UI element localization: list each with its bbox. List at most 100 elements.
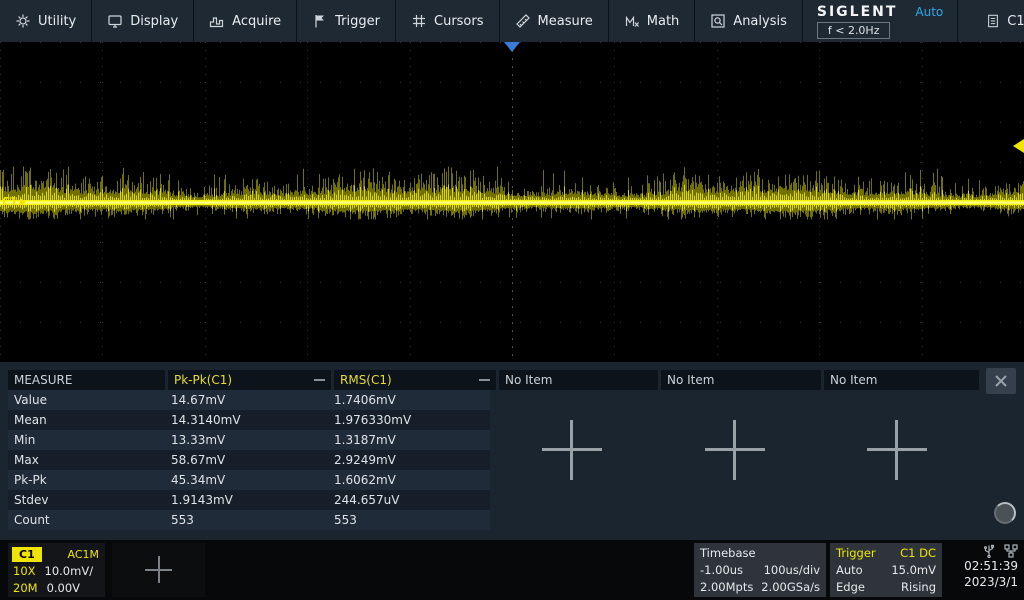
menu-item-label: Cursors [434,14,484,29]
timebase-delay: -1.00us [700,562,743,579]
close-icon [995,375,1007,387]
measure-table-header: MEASURE Pk-Pk(C1) RMS(C1) No Item No Ite… [8,370,979,390]
measure-panel: MEASURE Pk-Pk(C1) RMS(C1) No Item No Ite… [0,362,1024,540]
measure-value-cell: 1.6062mV [328,470,490,490]
measure-header-cell: MEASURE [8,370,165,390]
measure-table-rows: Value14.67mV1.7406mV Mean14.3140mV1.9763… [8,390,979,530]
trigger-flag-icon [312,13,328,29]
channel-badge[interactable]: C1 [970,0,1024,42]
menu-item-math[interactable]: Math [609,0,696,42]
panel-drag-handle-icon[interactable] [994,502,1016,524]
measure-row: Stdev1.9143mV244.657uV [8,490,490,510]
add-measurement-button[interactable] [705,420,765,480]
measure-row: Mean14.3140mV1.976330mV [8,410,490,430]
channel-name-chip[interactable]: C1 [12,547,42,562]
trigger-type: Edge [836,579,865,596]
brand-logo: SIGLENT [817,4,898,20]
remove-measure-icon[interactable] [314,379,325,381]
add-measurement-button[interactable] [867,420,927,480]
channel-offset-arrow-icon [20,198,26,206]
clock-date: 2023/3/1 [964,574,1018,590]
measure-value-cell: 14.67mV [165,390,328,410]
measure-value-cell: 45.34mV [165,470,328,490]
menu-item-cursors[interactable]: Cursors [396,0,500,42]
trigger-source-coupling: C1 DC [900,545,936,562]
analysis-icon [710,13,726,29]
measure-table: MEASURE Pk-Pk(C1) RMS(C1) No Item No Ite… [8,370,979,530]
measure-value-cell: 553 [328,510,490,530]
measure-header-noitem[interactable]: No Item [824,370,979,390]
trigger-level: 15.0mV [891,562,936,579]
measure-header-noitem[interactable]: No Item [661,370,821,390]
waveform-display[interactable]: C1 [0,42,1024,362]
measure-value-cell: 1.3187mV [328,430,490,450]
trigger-panel[interactable]: Trigger C1 DC Auto 15.0mV Edge Rising [830,543,942,597]
add-channel-button[interactable] [112,543,205,597]
menu-item-measure[interactable]: Measure [500,0,609,42]
trigger-slope: Rising [901,579,936,596]
menu-item-label: Analysis [733,14,787,29]
add-measurement-button[interactable] [542,420,602,480]
menu-item-analysis[interactable]: Analysis [695,0,803,42]
channel1-trace [0,42,1024,362]
menu-item-trigger[interactable]: Trigger [297,0,396,42]
cursors-icon [411,13,427,29]
measure-header-noitem[interactable]: No Item [499,370,658,390]
measure-value-cell: 244.657uV [328,490,490,510]
measure-stat-name: Count [8,510,165,530]
measure-value-cell: 1.9143mV [165,490,328,510]
usb-icon [983,544,995,558]
channel-probe-attenuation: 10X [13,563,36,580]
trigger-title: Trigger [836,545,876,562]
menu-item-label: Display [130,14,178,29]
measure-row: Min13.33mV1.3187mV [8,430,490,450]
menu-bar: Utility Display Acquire Trigger Cursors … [0,0,1024,42]
menu-item-label: Measure [538,14,593,29]
measure-row: Count553553 [8,510,490,530]
measure-value-cell: 1.976330mV [328,410,490,430]
measure-value-cell: 2.9249mV [328,450,490,470]
measure-row: Value14.67mV1.7406mV [8,390,490,410]
clock-time: 02:51:39 [964,558,1018,574]
measure-row: Max58.67mV2.9249mV [8,450,490,470]
menu-item-label: Trigger [335,14,380,29]
system-info: 02:51:39 2023/3/1 [964,543,1018,590]
menu-item-label: Acquire [232,14,281,29]
timebase-title: Timebase [700,545,756,562]
measure-stat-name: Pk-Pk [8,470,165,490]
menu-item-display[interactable]: Display [92,0,194,42]
channel-info-box[interactable]: C1 AC1M 10X 10.0mV/ 20M 0.00V [8,543,105,597]
status-bar: C1 AC1M 10X 10.0mV/ 20M 0.00V Timebase -… [0,540,1024,600]
channel-offset-marker[interactable]: C1 [2,195,26,208]
measure-value-cell: 58.67mV [165,450,328,470]
math-icon [624,13,640,29]
timebase-memory-depth: 2.00Mpts [700,579,753,596]
channel-volts-per-div: 10.0mV/ [45,563,94,580]
channel-offset-label: C1 [2,195,18,208]
timebase-scale: 100us/div [764,562,820,579]
trigger-level-marker[interactable] [1013,139,1024,153]
display-icon [107,13,123,29]
measure-ruler-icon [515,13,531,29]
acquire-icon [209,13,225,29]
measure-header-pkpk[interactable]: Pk-Pk(C1) [168,370,331,390]
measure-stat-name: Value [8,390,165,410]
utility-icon [15,13,31,29]
remove-measure-icon[interactable] [479,379,490,381]
measure-header-rms[interactable]: RMS(C1) [334,370,496,390]
menu-item-acquire[interactable]: Acquire [194,0,297,42]
acquisition-status: Auto [915,5,943,19]
measure-value-cell: 553 [165,510,328,530]
measure-value-cell: 13.33mV [165,430,328,450]
channel-offset-value: 0.00V [47,580,80,597]
close-measure-panel-button[interactable] [986,368,1016,394]
channel-bandwidth-limit: 20M [13,580,38,597]
trigger-position-marker[interactable] [504,42,520,52]
measure-value-cell: 14.3140mV [165,410,328,430]
menu-item-utility[interactable]: Utility [0,0,92,42]
trigger-frequency-readout: f < 2.0Hz [817,22,891,39]
channel-badge-label: C1 [1007,14,1024,29]
measure-header-label: Pk-Pk(C1) [174,373,232,387]
timebase-panel[interactable]: Timebase -1.00us 100us/div 2.00Mpts 2.00… [694,543,826,597]
document-icon [986,13,1000,29]
